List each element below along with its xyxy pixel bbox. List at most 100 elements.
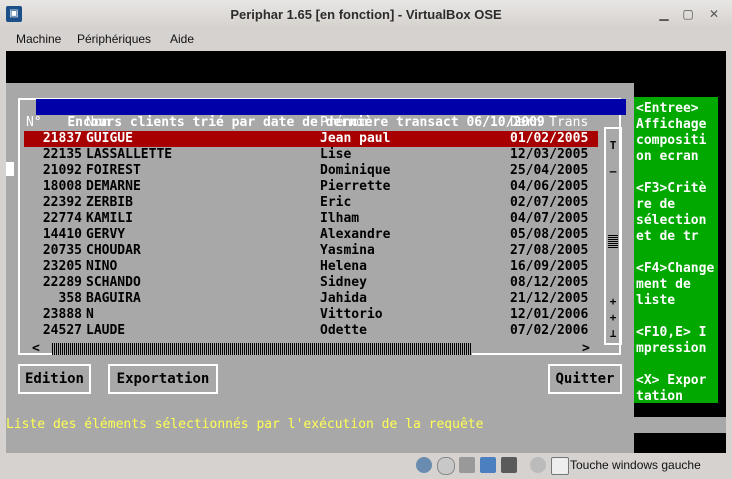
host-key-icon: [551, 457, 569, 475]
cell-date: 25/04/2005: [510, 163, 589, 178]
cell-prenom: Vittorio: [320, 307, 383, 322]
table-row[interactable]: 14410 GERVY Alexandre 05/08/2005: [24, 227, 598, 243]
menu-peripheriques[interactable]: Périphériques: [77, 32, 151, 46]
help-line: on ecran: [636, 149, 699, 164]
help-line: compositi: [636, 133, 707, 148]
status-message: Liste des éléments sélectionnés par l'ex…: [6, 417, 726, 433]
window-title: Periphar 1.65 [en fonction] - VirtualBox…: [230, 7, 502, 22]
minimize-icon[interactable]: ▁: [656, 6, 672, 22]
cell-num: 23888: [42, 307, 82, 322]
cell-nom: N: [86, 307, 94, 322]
help-line: <X> Expor: [636, 373, 707, 388]
cell-date: 16/09/2005: [510, 259, 589, 274]
mouse-integration-icon[interactable]: [530, 457, 546, 473]
cell-prenom: Jean paul: [320, 131, 391, 146]
vertical-scrollbar[interactable]: T – + + ⊥: [604, 127, 622, 345]
cell-prenom: Eric: [320, 195, 352, 210]
network-icon[interactable]: [480, 457, 496, 473]
table-row[interactable]: 358 BAGUIRA Jahida 21/12/2005: [24, 291, 598, 307]
window-titlebar: ▣ Periphar 1.65 [en fonction] - VirtualB…: [0, 0, 732, 31]
table-row[interactable]: 22135 LASSALLETTE Lise 12/03/2005: [24, 147, 598, 163]
cell-num: 14410: [42, 227, 82, 242]
cell-prenom: Ilham: [320, 211, 360, 226]
cell-date: 05/08/2005: [510, 227, 589, 242]
scroll-left-arrow[interactable]: <: [32, 341, 40, 356]
cell-nom: KAMILI: [86, 211, 133, 226]
horizontal-scrollbar[interactable]: < >: [30, 341, 596, 356]
cell-num: 20735: [42, 243, 82, 258]
help-line: <Entree>: [636, 101, 699, 116]
table-row[interactable]: 24527 LAUDE Odette 07/02/2006: [24, 323, 598, 339]
cell-num: 24527: [42, 323, 82, 338]
exportation-button[interactable]: Exportation: [108, 364, 218, 394]
quitter-button[interactable]: Quitter: [548, 364, 622, 394]
table-row[interactable]: 21837 GUIGUE Jean paul 01/02/2005: [24, 131, 598, 147]
help-line: liste: [636, 293, 676, 308]
scroll-up-glyph[interactable]: +: [606, 295, 620, 308]
cell-date: 27/08/2005: [510, 243, 589, 258]
table-row[interactable]: 22289 SCHANDO Sidney 08/12/2005: [24, 275, 598, 291]
table-row[interactable]: 18008 DEMARNE Pierrette 04/06/2005: [24, 179, 598, 195]
cell-num: 22774: [42, 211, 82, 226]
scroll-top-glyph[interactable]: T: [606, 139, 620, 152]
text-cursor: [6, 162, 14, 176]
cell-prenom: Sidney: [320, 275, 367, 290]
cell-date: 04/06/2005: [510, 179, 589, 194]
menu-machine[interactable]: Machine: [16, 32, 61, 46]
cell-num: 22135: [42, 147, 82, 162]
cell-date: 12/01/2006: [510, 307, 589, 322]
top-black-bar: [6, 51, 726, 81]
column-header-num[interactable]: N°: [26, 115, 42, 131]
cell-date: 04/07/2005: [510, 211, 589, 226]
column-header-nom[interactable]: Nom: [86, 115, 109, 131]
table-row[interactable]: 23205 NINO Helena 16/09/2005: [24, 259, 598, 275]
close-icon[interactable]: ✕: [706, 6, 722, 22]
column-header-prenom[interactable]: Prénom: [320, 115, 367, 131]
maximize-icon[interactable]: ▢: [680, 6, 696, 22]
column-header-date[interactable]: Dern Trans: [510, 115, 588, 131]
cell-prenom: Yasmina: [320, 243, 375, 258]
cell-nom: FOIREST: [86, 163, 141, 178]
cell-date: 12/03/2005: [510, 147, 589, 162]
virtualbox-statusbar: Touche windows gauche: [0, 453, 732, 479]
menu-aide[interactable]: Aide: [170, 32, 194, 46]
cell-nom: NINO: [86, 259, 118, 274]
cell-date: 07/02/2006: [510, 323, 589, 338]
list-header-title: Encours clients trié par date de dernièr…: [36, 99, 626, 130]
hard-disk-icon[interactable]: [416, 457, 432, 473]
cell-nom: GERVY: [86, 227, 126, 242]
cell-prenom: Alexandre: [320, 227, 391, 242]
scroll-mid-glyph: –: [609, 165, 617, 178]
scroll-down-glyph[interactable]: +: [606, 311, 620, 324]
scroll-bottom-glyph[interactable]: ⊥: [606, 327, 620, 340]
vertical-scroll-thumb[interactable]: [608, 235, 618, 249]
cell-num: 358: [58, 291, 82, 306]
help-panel: <Entree> Affichage compositi on ecran <F3>Cr…: [634, 97, 718, 404]
help-line: Affichage: [636, 117, 707, 132]
cell-date: 02/07/2005: [510, 195, 589, 210]
edition-button[interactable]: Edition: [18, 364, 91, 394]
cell-prenom: Dominique: [320, 163, 391, 178]
cell-nom: CHOUDAR: [86, 243, 141, 258]
floppy-icon[interactable]: [459, 457, 475, 473]
table-row[interactable]: 22392 ZERBIB Eric 02/07/2005: [24, 195, 598, 211]
cd-icon[interactable]: [437, 457, 455, 475]
cell-date: 08/12/2005: [510, 275, 589, 290]
table-row[interactable]: 23888 N Vittorio 12/01/2006: [24, 307, 598, 323]
cell-date: 21/12/2005: [510, 291, 589, 306]
table-row[interactable]: 22774 KAMILI Ilham 04/07/2005: [24, 211, 598, 227]
table-row[interactable]: 21092 FOIREST Dominique 25/04/2005: [24, 163, 598, 179]
scroll-right-arrow[interactable]: >: [582, 341, 590, 356]
horizontal-scroll-thumb[interactable]: [52, 343, 472, 355]
usb-icon[interactable]: [501, 457, 517, 473]
help-line: ment de: [636, 277, 691, 292]
help-line: <F4>Change: [636, 261, 715, 276]
cell-nom: LASSALLETTE: [86, 147, 173, 162]
cell-prenom: Odette: [320, 323, 367, 338]
help-line: re de: [636, 197, 676, 212]
guest-screen[interactable]: Encours clients trié par date de dernièr…: [6, 51, 726, 457]
table-row[interactable]: 20735 CHOUDAR Yasmina 27/08/2005: [24, 243, 598, 259]
help-line: mpression: [636, 341, 707, 356]
cell-nom: DEMARNE: [86, 179, 141, 194]
cell-num: 23205: [42, 259, 82, 274]
